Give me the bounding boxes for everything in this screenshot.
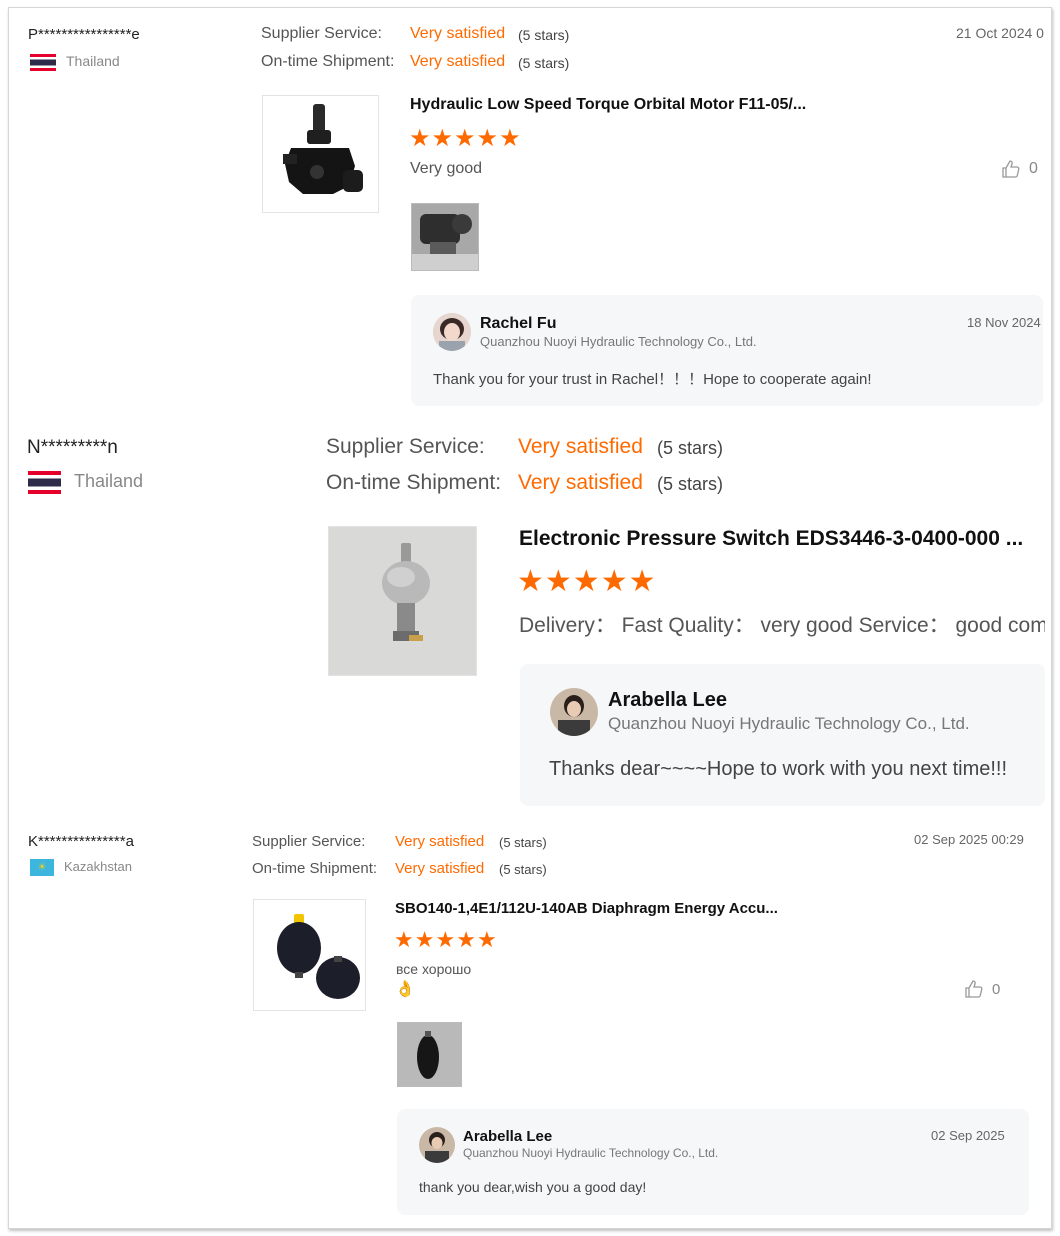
like-button[interactable]: 0 — [1001, 159, 1038, 179]
supplier-service-stars: (5 stars) — [657, 438, 724, 458]
avatar — [433, 313, 471, 351]
ok-hand-emoji-icon: 👌 — [395, 981, 415, 998]
supplier-service-stars: (5 stars) — [499, 835, 547, 850]
reply-company: Quanzhou Nuoyi Hydraulic Technology Co.,… — [608, 714, 970, 733]
avatar-image — [550, 688, 598, 736]
product-image[interactable] — [253, 899, 366, 1011]
avatar — [419, 1127, 455, 1163]
review-date: 02 Sep 2025 00:29 — [914, 832, 1024, 847]
supplier-service-label: Supplier Service: — [326, 435, 485, 458]
accumulator-image — [277, 914, 360, 999]
supplier-service-value: Very satisfied — [518, 435, 643, 458]
shipment-stars: (5 stars) — [499, 862, 547, 877]
review-photo-image — [398, 1023, 461, 1086]
thumbs-up-icon — [965, 980, 983, 998]
star-icon: ★ — [476, 927, 498, 952]
buyer-country: Kazakhstan — [64, 859, 132, 874]
star-icon: ★ — [394, 927, 415, 952]
product-image[interactable] — [328, 526, 477, 676]
reviews-panel: P****************e Thailand Supplier Ser… — [8, 7, 1052, 1229]
review-photo-image — [412, 204, 478, 270]
buyer-country: Thailand — [74, 471, 144, 491]
supplier-service-stars: (5 stars) — [518, 27, 570, 43]
review-photo[interactable] — [397, 1022, 462, 1087]
product-title[interactable]: Electronic Pressure Switch EDS3446-3-040… — [519, 527, 1023, 551]
thailand-flag-icon — [28, 471, 61, 494]
reply-text: thank you dear,wish you a good day! — [419, 1179, 647, 1195]
star-icon: ★ — [544, 565, 573, 598]
reply-date: 18 Nov 2024 — [967, 315, 1041, 330]
star-icon: ★ — [414, 927, 436, 952]
like-count: 0 — [1029, 160, 1038, 177]
supplier-service-label: Supplier Service: — [252, 833, 366, 850]
star-icon: ★ — [456, 927, 477, 952]
shipment-stars: (5 stars) — [657, 474, 724, 494]
buyer-name: P****************e — [28, 26, 140, 43]
thailand-flag-icon — [30, 54, 56, 71]
reply-name: Rachel Fu — [480, 315, 557, 332]
shipment-label: On-time Shipment: — [261, 53, 395, 70]
pressure-switch-image — [329, 527, 476, 675]
star-icon: ★ — [431, 125, 455, 152]
reply-company: Quanzhou Nuoyi Hydraulic Technology Co.,… — [480, 334, 757, 349]
buyer-name: N*********n — [27, 437, 118, 458]
supplier-service-label: Supplier Service: — [261, 25, 382, 42]
star-icon: ★ — [628, 565, 657, 598]
avatar-image — [419, 1127, 455, 1163]
rating-stars: ★★★★★ — [394, 927, 498, 953]
rating-stars: ★★★★★ — [517, 564, 657, 599]
kazakhstan-flag-icon: ☀ — [30, 859, 54, 876]
avatar-image — [433, 313, 471, 351]
product-image[interactable] — [262, 95, 379, 213]
like-button[interactable]: 0 — [964, 979, 1000, 999]
star-icon: ★ — [572, 565, 601, 598]
star-icon: ★ — [499, 125, 522, 152]
buyer-country: Thailand — [66, 53, 120, 69]
shipment-stars: (5 stars) — [518, 55, 570, 71]
orbital-motor-image — [283, 104, 363, 194]
star-icon: ★ — [600, 565, 629, 598]
review-date: 21 Oct 2024 0 — [956, 25, 1044, 41]
reply-name: Arabella Lee — [608, 689, 727, 711]
buyer-name: K***************a — [28, 833, 134, 850]
supplier-reply: Rachel Fu Quanzhou Nuoyi Hydraulic Techn… — [411, 295, 1043, 406]
star-icon: ★ — [409, 125, 432, 152]
reply-text: Thanks dear~~~~Hope to work with you nex… — [549, 758, 1008, 780]
review-comment: Delivery： Fast Quality： very good Servic… — [519, 614, 1045, 637]
star-icon: ★ — [454, 125, 477, 152]
product-title[interactable]: Hydraulic Low Speed Torque Orbital Motor… — [410, 96, 806, 114]
supplier-reply: Arabella Lee Quanzhou Nuoyi Hydraulic Te… — [520, 664, 1045, 806]
supplier-reply: Arabella Lee Quanzhou Nuoyi Hydraulic Te… — [397, 1109, 1029, 1215]
review-photo[interactable] — [411, 203, 479, 271]
thumbs-up-icon — [1002, 160, 1020, 178]
shipment-label: On-time Shipment: — [252, 860, 378, 877]
shipment-label: On-time Shipment: — [326, 471, 502, 494]
review-comment: Very good — [410, 160, 483, 177]
avatar — [550, 688, 598, 736]
star-icon: ★ — [435, 927, 457, 952]
star-icon: ★ — [517, 565, 545, 598]
reply-name: Arabella Lee — [463, 1128, 553, 1145]
shipment-value: Very satisfied — [395, 860, 485, 877]
like-count: 0 — [992, 980, 1001, 998]
supplier-service-value: Very satisfied — [395, 833, 485, 850]
shipment-value: Very satisfied — [518, 471, 643, 494]
shipment-value: Very satisfied — [410, 53, 506, 70]
review-comment: все хорошо — [396, 961, 472, 977]
supplier-service-value: Very satisfied — [410, 25, 506, 42]
product-title[interactable]: SBO140-1,4E1/112U-140AB Diaphragm Energy… — [395, 900, 778, 917]
star-icon: ★ — [476, 125, 500, 152]
reply-text: Thank you for your trust in Rachel！！！Hop… — [433, 371, 872, 388]
rating-stars: ★★★★★ — [409, 124, 522, 153]
reply-date: 02 Sep 2025 — [931, 1128, 1005, 1143]
reply-company: Quanzhou Nuoyi Hydraulic Technology Co.,… — [463, 1146, 719, 1160]
